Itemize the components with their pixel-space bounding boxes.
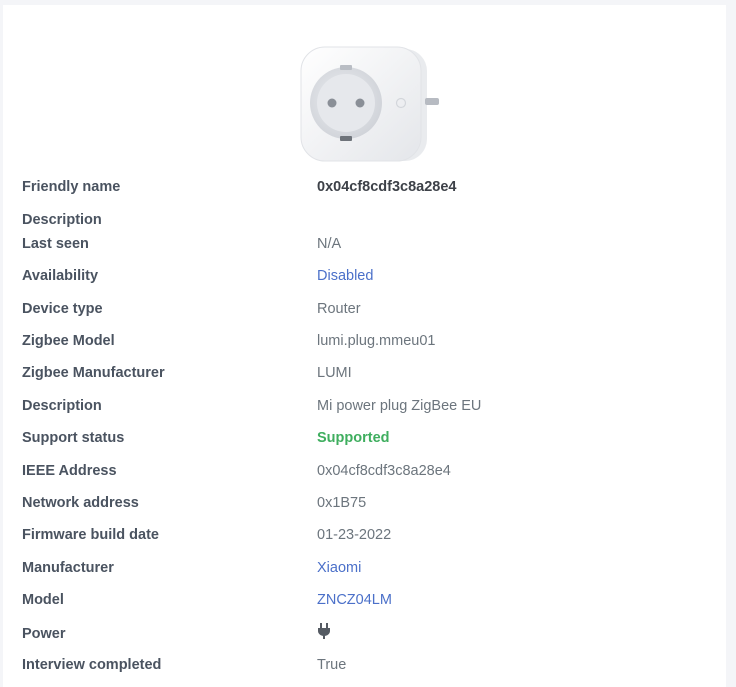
row-manufacturer: Manufacturer Xiaomi bbox=[22, 558, 361, 578]
row-last-seen: Last seen N/A bbox=[22, 234, 341, 254]
row-ieee-address: IEEE Address 0x04cf8cdf3c8a28e4 bbox=[22, 461, 451, 481]
row-support-status: Support status Supported bbox=[22, 428, 390, 448]
row-zigbee-manufacturer: Zigbee Manufacturer LUMI bbox=[22, 363, 352, 383]
interview-completed-value: True bbox=[317, 657, 347, 673]
row-power: Power bbox=[22, 622, 331, 646]
row-network-address: Network address 0x1B75 bbox=[22, 493, 366, 513]
ieee-address-value: 0x04cf8cdf3c8a28e4 bbox=[317, 463, 451, 479]
row-friendly-name: Friendly name 0x04cf8cdf3c8a28e4 bbox=[22, 177, 456, 197]
row-interview-completed: Interview completed True bbox=[22, 655, 346, 675]
row-description-empty: Description bbox=[22, 210, 317, 230]
firmware-build-date-value: 01-23-2022 bbox=[317, 527, 392, 543]
interview-completed-label: Interview completed bbox=[22, 657, 162, 673]
model-link[interactable]: ZNCZ04LM bbox=[317, 590, 392, 610]
description-label: Description bbox=[22, 398, 102, 414]
power-label: Power bbox=[22, 626, 66, 642]
description-label: Description bbox=[22, 212, 102, 228]
last-seen-value: N/A bbox=[317, 236, 342, 252]
manufacturer-label: Manufacturer bbox=[22, 560, 114, 576]
device-type-label: Device type bbox=[22, 301, 103, 317]
support-status-label: Support status bbox=[22, 430, 125, 446]
availability-label: Availability bbox=[22, 268, 99, 284]
support-status-value: Supported bbox=[317, 430, 390, 446]
row-description: Description Mi power plug ZigBee EU bbox=[22, 396, 481, 416]
network-address-label: Network address bbox=[22, 495, 139, 511]
device-type-value: Router bbox=[317, 301, 361, 317]
device-info-card: Friendly name 0x04cf8cdf3c8a28e4 Descrip… bbox=[3, 5, 726, 687]
smart-plug-image bbox=[300, 46, 439, 162]
ieee-address-label: IEEE Address bbox=[22, 463, 117, 479]
availability-link[interactable]: Disabled bbox=[317, 266, 373, 286]
row-model: Model ZNCZ04LM bbox=[22, 590, 392, 610]
firmware-build-date-label: Firmware build date bbox=[22, 527, 159, 543]
zigbee-model-label: Zigbee Model bbox=[22, 333, 115, 349]
row-zigbee-model: Zigbee Model lumi.plug.mmeu01 bbox=[22, 331, 435, 351]
row-firmware-build-date: Firmware build date 01-23-2022 bbox=[22, 525, 391, 545]
description-value: Mi power plug ZigBee EU bbox=[317, 398, 482, 414]
manufacturer-link[interactable]: Xiaomi bbox=[317, 558, 361, 578]
network-address-value: 0x1B75 bbox=[317, 495, 367, 511]
friendly-name-label: Friendly name bbox=[22, 179, 121, 195]
zigbee-manufacturer-value: LUMI bbox=[317, 365, 352, 381]
model-label: Model bbox=[22, 592, 64, 608]
power-plug-icon bbox=[318, 623, 330, 639]
friendly-name-value: 0x04cf8cdf3c8a28e4 bbox=[317, 179, 457, 195]
power-value bbox=[317, 622, 331, 646]
row-device-type: Device type Router bbox=[22, 299, 361, 319]
last-seen-label: Last seen bbox=[22, 236, 89, 252]
zigbee-model-value: lumi.plug.mmeu01 bbox=[317, 333, 436, 349]
zigbee-manufacturer-label: Zigbee Manufacturer bbox=[22, 365, 165, 381]
row-availability: Availability Disabled bbox=[22, 266, 373, 286]
